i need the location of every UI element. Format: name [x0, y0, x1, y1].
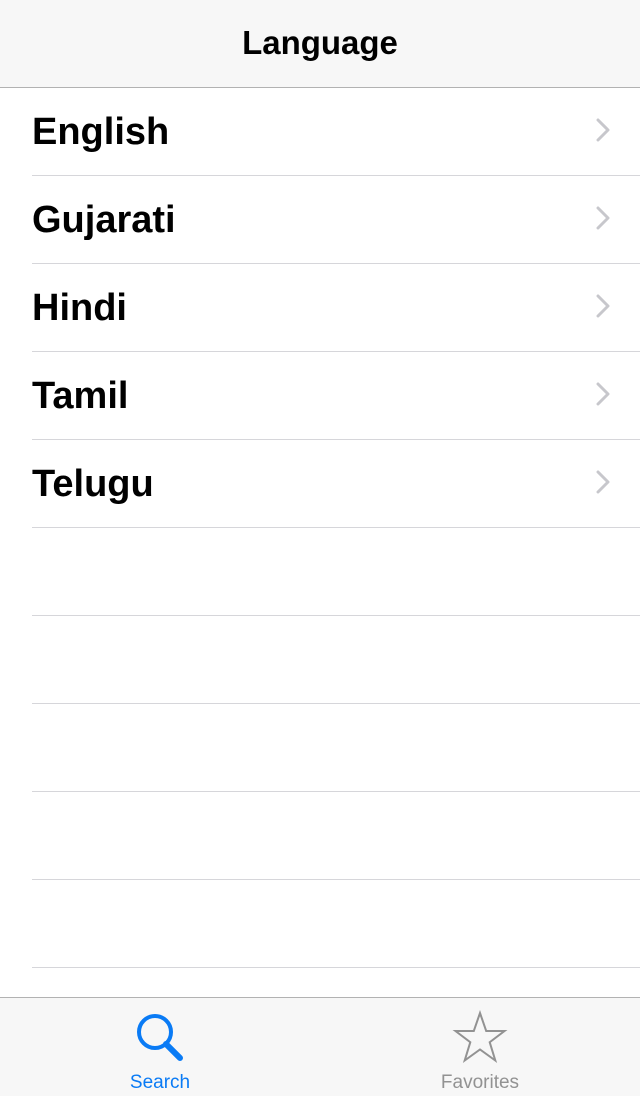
- list-item-label: Telugu: [32, 462, 154, 505]
- list-item-label: Gujarati: [32, 198, 176, 241]
- empty-row: [0, 880, 640, 968]
- list-item-telugu[interactable]: Telugu: [0, 440, 640, 528]
- empty-row: [0, 968, 640, 997]
- star-icon: [452, 1010, 508, 1064]
- tab-bar: Search Favorites: [0, 997, 640, 1096]
- empty-row: [0, 704, 640, 792]
- chevron-right-icon: [596, 118, 610, 142]
- chevron-right-icon: [596, 470, 610, 494]
- list-item-label: Tamil: [32, 374, 129, 417]
- tab-label: Favorites: [440, 1072, 520, 1093]
- list-item-hindi[interactable]: Hindi: [0, 264, 640, 352]
- list-item-tamil[interactable]: Tamil: [0, 352, 640, 440]
- chevron-right-icon: [596, 206, 610, 230]
- empty-row: [0, 616, 640, 704]
- search-icon: [137, 1014, 183, 1061]
- list-item-label: English: [32, 110, 170, 153]
- page-title: Language: [242, 23, 398, 61]
- navigation-bar: Language: [0, 0, 640, 88]
- language-list: English Gujarati Hindi Tamil Telugu: [0, 88, 640, 997]
- empty-row: [0, 528, 640, 616]
- tab-favorites[interactable]: Favorites: [320, 998, 640, 1096]
- tab-search[interactable]: Search: [0, 998, 320, 1096]
- list-item-gujarati[interactable]: Gujarati: [0, 176, 640, 264]
- chevron-right-icon: [596, 382, 610, 406]
- chevron-right-icon: [596, 294, 610, 318]
- list-item-english[interactable]: English: [0, 88, 640, 176]
- tab-label: Search: [129, 1072, 191, 1093]
- list-item-label: Hindi: [32, 286, 127, 329]
- empty-row: [0, 792, 640, 880]
